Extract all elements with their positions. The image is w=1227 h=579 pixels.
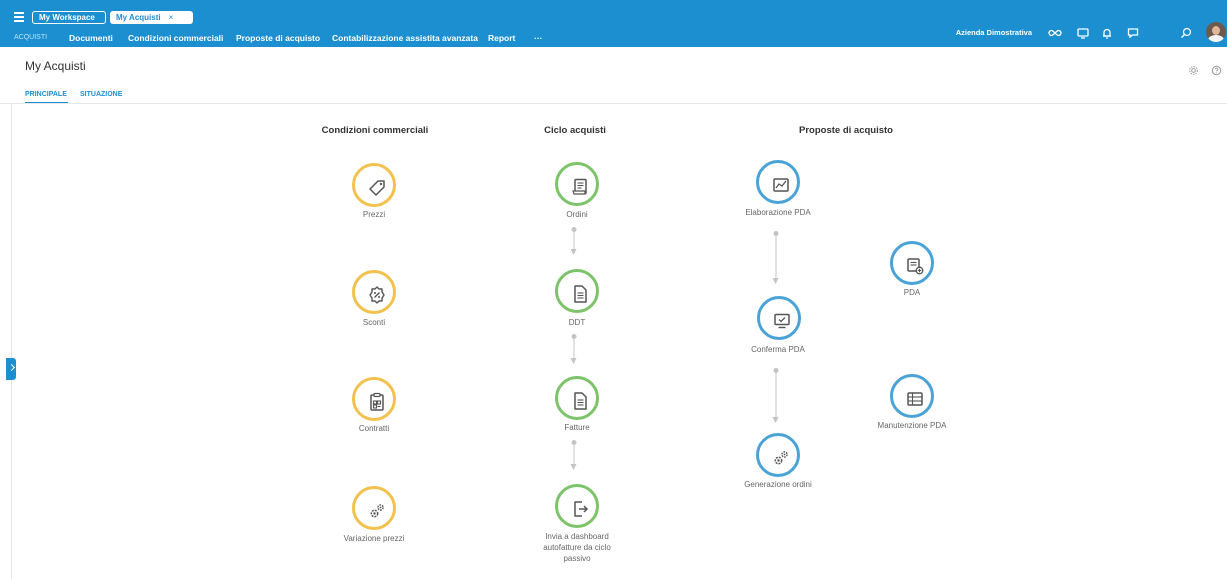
section-label: ACQUISTI [14, 34, 48, 41]
tag-icon [369, 180, 385, 196]
manutenzione-pda-button[interactable] [890, 374, 934, 418]
clipboard-icon [370, 392, 384, 411]
nav-documenti[interactable]: Documenti [69, 33, 113, 43]
tab-principale[interactable]: PRINCIPALE [25, 91, 67, 98]
column-title-ciclo: Ciclo acquisti [544, 125, 606, 136]
nav-contabilizzazione[interactable]: Contabilizzazione assistita avanzata [332, 33, 478, 43]
gear-icon[interactable] [1188, 63, 1199, 75]
pda-label: PDA [903, 288, 921, 297]
divider [0, 103, 1227, 104]
table-icon [907, 392, 923, 406]
connector-arrow [772, 231, 779, 284]
invia-dashboard-label: Invia a dashboard autofatture da ciclo p… [543, 532, 611, 563]
top-bar: My Workspace My Acquisti × ACQUISTI Docum… [0, 0, 1227, 47]
nav-more[interactable]: ··· [534, 33, 543, 43]
fatture-label: Fatture [564, 423, 590, 432]
column-title-proposte: Proposte di acquisto [799, 125, 893, 136]
tab-label: My Acquisti [116, 13, 161, 22]
panel-edge [11, 104, 12, 579]
conferma-pda-button[interactable] [757, 296, 801, 340]
prezzi-button[interactable] [352, 163, 396, 207]
ddt-label: DDT [568, 318, 586, 327]
discount-badge-icon [369, 286, 385, 304]
connector-arrow [570, 440, 577, 470]
column-title-condizioni: Condizioni commerciali [321, 125, 429, 136]
elaborazione-pda-button[interactable] [756, 160, 800, 204]
generazione-ordini-label: Generazione ordini [744, 480, 812, 489]
chat-icon[interactable] [1126, 26, 1140, 40]
help-icon[interactable] [1211, 63, 1222, 76]
connector-arrow [570, 334, 577, 364]
gears-icon [370, 504, 384, 518]
connector-arrow [570, 227, 577, 255]
pda-button[interactable] [890, 241, 934, 285]
expand-panel-handle[interactable] [6, 358, 16, 380]
connector-arrow [772, 368, 779, 423]
avatar[interactable] [1206, 22, 1226, 42]
menu-icon[interactable] [14, 12, 24, 22]
manutenzione-pda-label: Manutenzione PDA [877, 421, 947, 430]
tab-my-workspace[interactable]: My Workspace [32, 11, 106, 24]
ordini-button[interactable] [555, 162, 599, 206]
contratti-button[interactable] [352, 377, 396, 421]
fatture-button[interactable] [555, 376, 599, 420]
send-document-icon [574, 501, 589, 517]
order-icon [572, 178, 587, 195]
ddt-button[interactable] [555, 269, 599, 313]
variazione-prezzi-button[interactable] [352, 486, 396, 530]
contratti-label: Contratti [358, 424, 390, 433]
document-icon [574, 285, 587, 303]
chart-icon [773, 178, 789, 192]
monitor-icon[interactable] [1076, 26, 1090, 40]
search-icon[interactable] [1179, 26, 1193, 40]
sconti-label: Sconti [362, 318, 386, 327]
bell-icon[interactable] [1100, 26, 1114, 40]
monitor-check-icon [774, 313, 790, 329]
variazione-prezzi-label: Variazione prezzi [343, 534, 405, 543]
ordini-label: Ordini [566, 210, 588, 219]
nav-proposte-di-acquisto[interactable]: Proposte di acquisto [236, 33, 320, 43]
close-icon[interactable]: × [169, 13, 174, 22]
invia-dashboard-button[interactable] [555, 484, 599, 528]
prezzi-label: Prezzi [362, 210, 386, 219]
elaborazione-pda-label: Elaborazione PDA [745, 208, 811, 217]
generazione-ordini-button[interactable] [756, 433, 800, 477]
tab-situazione[interactable]: SITUAZIONE [80, 91, 122, 98]
conferma-pda-label: Conferma PDA [751, 345, 805, 354]
gears-icon [774, 451, 788, 465]
tab-my-acquisti[interactable]: My Acquisti × [110, 11, 193, 24]
invoice-icon [574, 392, 587, 410]
page-title: My Acquisti [25, 59, 86, 73]
infinity-icon[interactable] [1048, 26, 1062, 40]
company-name[interactable]: Azienda Dimostrativa [956, 28, 1032, 37]
nav-condizioni-commerciali[interactable]: Condizioni commerciali [128, 33, 223, 43]
list-add-icon [907, 258, 924, 275]
sconti-button[interactable] [352, 270, 396, 314]
nav-report[interactable]: Report [488, 33, 515, 43]
